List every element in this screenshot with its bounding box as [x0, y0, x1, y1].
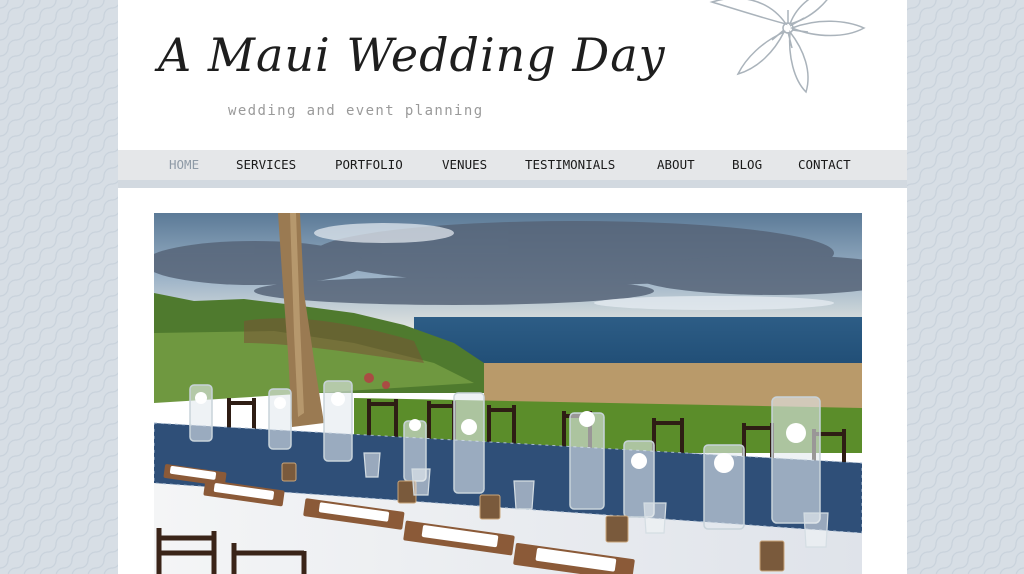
nav-item-about[interactable]: ABOUT [657, 157, 695, 172]
site-header: A Maui Wedding Day wedding and event pla… [118, 0, 907, 150]
nav-item-portfolio[interactable]: PORTFOLIO [335, 157, 403, 172]
nav-item-services[interactable]: SERVICES [236, 157, 296, 172]
nav-divider [118, 180, 907, 188]
nav-item-venues[interactable]: VENUES [442, 157, 487, 172]
site-tagline: wedding and event planning [228, 103, 484, 119]
nav-item-contact[interactable]: CONTACT [798, 157, 851, 172]
site-title[interactable]: A Maui Wedding Day [158, 28, 666, 82]
nav-item-home[interactable]: HOME [169, 157, 199, 172]
hero-photo [154, 213, 862, 574]
plumeria-flower-icon [709, 0, 866, 94]
page-container: A Maui Wedding Day wedding and event pla… [118, 0, 907, 574]
hero-image [154, 213, 862, 574]
nav-item-testimonials[interactable]: TESTIMONIALS [525, 157, 615, 172]
main-nav: HOME SERVICES PORTFOLIO VENUES TESTIMONI… [118, 150, 907, 180]
nav-item-blog[interactable]: BLOG [732, 157, 762, 172]
